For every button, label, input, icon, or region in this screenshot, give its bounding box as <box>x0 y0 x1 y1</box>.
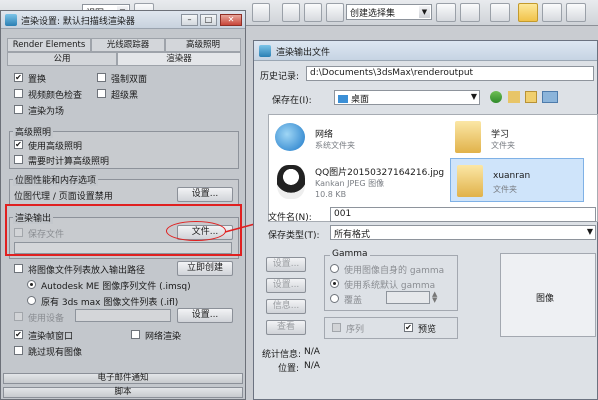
location-label: 位置: <box>278 364 300 374</box>
button-label: 设置... <box>272 280 300 290</box>
stats-value: N/A <box>304 347 320 357</box>
file-name: 学习 <box>491 130 510 140</box>
gamma-own-label: 使用图像自身的 gamma <box>344 266 445 276</box>
info-button[interactable]: 信息... <box>266 299 306 314</box>
file-type: 文件夹 <box>491 141 515 150</box>
gamma-own-radio[interactable] <box>330 264 339 273</box>
sequence-checkbox[interactable] <box>332 323 341 332</box>
file-type: 文件夹 <box>493 185 517 194</box>
gamma-override-spinner[interactable] <box>386 291 430 304</box>
preview-checkbox[interactable]: ✔ <box>404 323 413 332</box>
filename-label: 文件名(N): <box>268 213 312 223</box>
save-type-combo[interactable]: 所有格式 ▼ <box>330 225 596 240</box>
history-combo[interactable]: d:\Documents\3dsMax\renderoutput <box>306 66 594 81</box>
network-icon <box>275 123 305 151</box>
gamma-override-radio[interactable] <box>330 294 339 303</box>
save-in-value: 桌面 <box>351 95 370 105</box>
render-output-file-dialog: 渲染输出文件 历史记录: d:\Documents\3dsMax\rendero… <box>253 40 598 400</box>
stats-label: 统计信息: <box>262 350 302 360</box>
image-preview-label: 图像 <box>536 294 555 304</box>
button-label: 设置... <box>272 259 300 269</box>
qq-penguin-icon <box>277 165 305 199</box>
history-label: 历史记录: <box>260 72 300 82</box>
view-menu-icon[interactable] <box>542 91 558 103</box>
setup-button-2[interactable]: 设置... <box>266 278 306 293</box>
save-in-combo[interactable]: 桌面 ▼ <box>334 90 480 105</box>
location-value: N/A <box>304 361 320 371</box>
save-in-label: 保存在(I): <box>272 96 312 106</box>
teapot-icon <box>259 45 271 57</box>
up-folder-icon[interactable] <box>508 91 520 103</box>
file-size: 10.8 KB <box>315 190 347 199</box>
view-button[interactable]: 查看 <box>266 320 306 335</box>
button-label: 信息... <box>272 301 300 311</box>
gamma-system-label: 使用系统默认 gamma <box>344 281 436 291</box>
gamma-override-label: 覆盖 <box>344 296 363 306</box>
filename-value: 001 <box>334 209 352 219</box>
button-label: 查看 <box>276 322 295 332</box>
new-folder-icon[interactable] <box>525 91 537 103</box>
file-type: 系统文件夹 <box>315 141 355 150</box>
preview-label: 预览 <box>418 325 437 335</box>
desktop-icon <box>338 95 348 103</box>
gamma-system-radio[interactable] <box>330 279 339 288</box>
file-name: 网络 <box>315 130 334 140</box>
back-icon[interactable] <box>490 91 502 103</box>
file-type: Kankan JPEG 图像 <box>315 179 385 188</box>
setup-button[interactable]: 设置... <box>266 257 306 272</box>
folder-icon <box>455 121 481 153</box>
file-list-item-selected[interactable]: xuanran 文件夹 <box>450 158 584 202</box>
chevron-down-icon: ▼ <box>586 227 593 236</box>
filename-input[interactable]: 001 <box>330 207 596 222</box>
file-name: xuanran <box>493 171 531 181</box>
spinner-arrows-icon[interactable]: ▲ ▼ <box>432 291 437 304</box>
save-type-label: 保存类型(T): <box>268 231 320 241</box>
sequence-preview-group <box>324 317 458 339</box>
sequence-label: 序列 <box>346 325 365 335</box>
file-name: QQ图片20150327164216.jpg <box>315 168 445 178</box>
save-type-value: 所有格式 <box>334 230 371 240</box>
history-path: d:\Documents\3dsMax\renderoutput <box>310 68 474 78</box>
file-dialog-titlebar: 渲染输出文件 <box>254 41 597 61</box>
dialog-title: 渲染输出文件 <box>276 48 331 58</box>
folder-icon <box>457 165 483 197</box>
chevron-down-icon: ▼ <box>470 92 477 101</box>
gamma-title: Gamma <box>330 249 370 259</box>
